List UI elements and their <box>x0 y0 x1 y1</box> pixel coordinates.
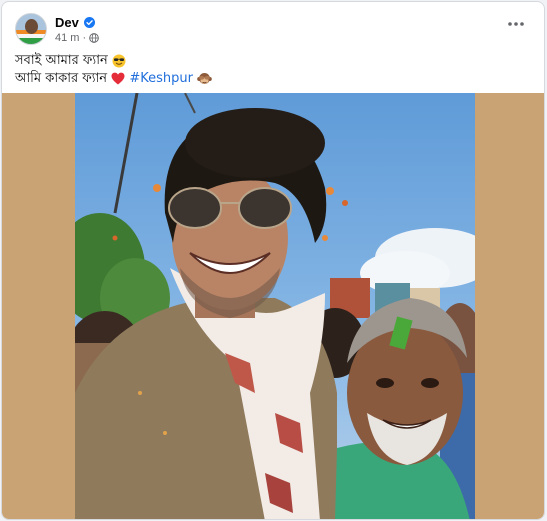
post-media[interactable] <box>2 93 544 519</box>
more-options-button[interactable] <box>504 16 528 32</box>
smiling-face-with-sunglasses-icon <box>112 54 126 67</box>
post-timestamp[interactable]: 41 m <box>55 32 79 44</box>
verified-badge-icon <box>83 16 95 28</box>
caption-line-1: সবাই আমার ফ্যান <box>15 52 212 70</box>
caption-text-2: আমি কাকার ফ্যান <box>15 71 108 86</box>
post-photo[interactable] <box>75 93 475 519</box>
see-no-evil-monkey-icon <box>197 72 212 84</box>
caption-line-2: আমি কাকার ফ্যান #Keshpur <box>15 70 212 88</box>
globe-icon[interactable] <box>89 33 99 43</box>
author-name[interactable]: Dev <box>55 15 79 30</box>
post-caption: সবাই আমার ফ্যান আমি কাকার ফ্যান #Keshpur <box>15 52 212 88</box>
red-heart-icon <box>111 72 125 85</box>
post-header: Dev 41 m · <box>2 2 544 50</box>
ellipsis-icon <box>508 22 524 26</box>
author-avatar[interactable] <box>15 13 47 45</box>
post-meta: 41 m · <box>55 32 99 44</box>
meta-separator: · <box>82 32 87 44</box>
post-card: Dev 41 m · সবাই আমার ফ্যান আমি কাকার ফ্য… <box>1 1 545 520</box>
author-name-row: Dev <box>55 14 95 30</box>
photo-illustration <box>75 93 475 519</box>
hashtag-keshpur[interactable]: #Keshpur <box>129 71 193 86</box>
caption-text-1: সবাই আমার ফ্যান <box>15 53 108 68</box>
